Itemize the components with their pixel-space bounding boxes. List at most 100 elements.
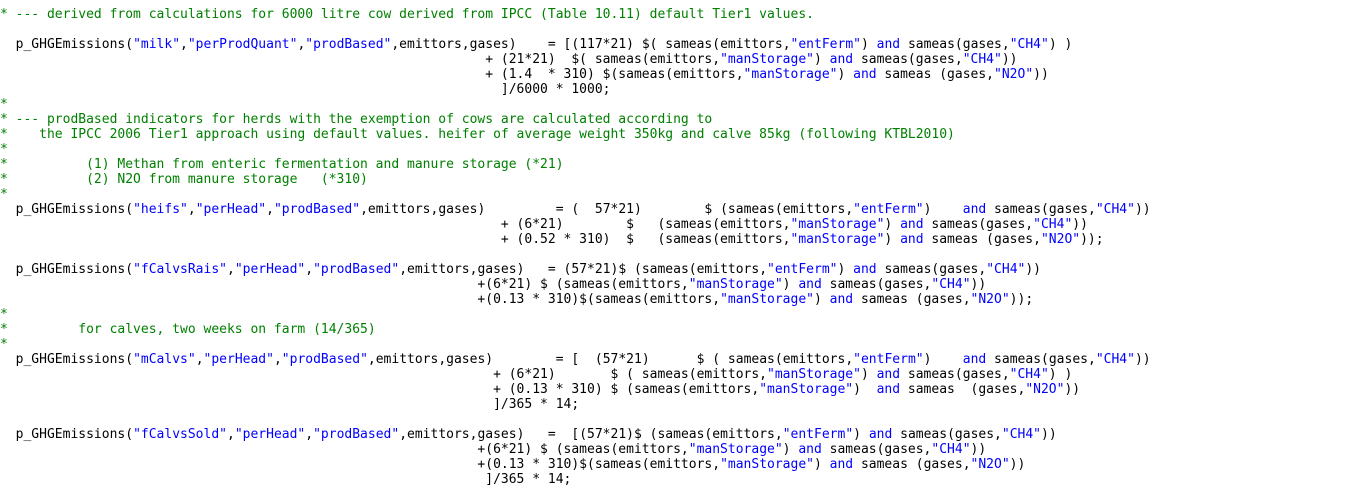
string-literal: "heifs" (133, 202, 188, 217)
code-text: +(0.13 * 310)$(sameas(emittors, (0, 292, 721, 307)
keyword: and (868, 427, 893, 442)
keyword: and (962, 202, 987, 217)
code-text: ) (813, 457, 830, 472)
keyword: and (900, 232, 924, 247)
code-line[interactable]: ]/365 * 14; (0, 472, 571, 487)
string-literal: "entFerm" (853, 202, 924, 217)
code-line[interactable]: p_GHGEmissions("mCalvs","perHead","prodB… (0, 352, 1151, 367)
string-literal: "N2O" (1040, 232, 1081, 247)
string-literal: "N2O" (994, 67, 1034, 82)
code-text: sameas(gases, (821, 442, 932, 457)
code-text: )) (1041, 427, 1057, 442)
keyword: and (876, 367, 901, 382)
code-line[interactable]: + (0.13 * 310) $ (sameas(emittors,"manSt… (0, 382, 1080, 397)
code-line[interactable]: + (21*21) $( sameas(emittors,"manStorage… (0, 52, 1017, 67)
comment-text: * (2) N2O from manure storage (*310) (0, 172, 368, 187)
comment-text: * --- prodBased indicators for herds wit… (0, 112, 713, 127)
code-line[interactable]: * --- prodBased indicators for herds wit… (0, 112, 712, 127)
code-line[interactable]: + (6*21) $ ( sameas(emittors,"manStorage… (0, 367, 1072, 382)
code-text: sameas (gases, (853, 292, 971, 307)
code-line[interactable]: + (6*21) $ (sameas(emittors,"manStorage"… (0, 217, 1088, 232)
string-literal: "prodBased" (281, 352, 368, 367)
code-line[interactable]: * --- derived from calculations for 6000… (0, 7, 814, 22)
string-literal: "manStorage" (720, 52, 814, 67)
code-line[interactable]: ]/365 * 14; (0, 397, 579, 412)
code-text: )); (1009, 292, 1034, 307)
code-text: + (6*21) $ ( sameas(emittors, (0, 367, 768, 382)
code-text: ) (853, 427, 869, 442)
code-text: ) (813, 292, 830, 307)
code-line[interactable]: +(0.13 * 310)$(sameas(emittors,"manStora… (0, 457, 1025, 472)
code-line[interactable]: * (0, 142, 8, 157)
string-literal: "CH4" (1009, 367, 1049, 382)
code-text: )) (1134, 352, 1151, 367)
code-text: ) ) (1048, 37, 1073, 52)
code-line[interactable]: * the IPCC 2006 Tier1 approach using def… (0, 127, 955, 142)
code-text: , (195, 352, 204, 367)
code-text: ) (782, 442, 799, 457)
code-text: ) ) (1048, 367, 1073, 382)
code-text: sameas(gases, (900, 367, 1010, 382)
string-literal: "N2O" (970, 457, 1010, 472)
code-line[interactable]: * for calves, two weeks on farm (14/365) (0, 322, 376, 337)
comment-text: * (0, 142, 8, 157)
code-line[interactable]: p_GHGEmissions("fCalvsSold","perHead","p… (0, 427, 1057, 442)
string-literal: "manStorage" (720, 457, 814, 472)
comment-text: * (1) Methan from enteric fermentation a… (0, 157, 564, 172)
code-text: , (180, 37, 188, 52)
code-text: )) (1134, 202, 1151, 217)
keyword: and (962, 352, 987, 367)
string-literal: "prodBased" (313, 427, 400, 442)
code-line[interactable]: +(0.13 * 310)$(sameas(emittors,"manStora… (0, 292, 1033, 307)
code-line[interactable]: * (0, 187, 8, 202)
code-line[interactable]: p_GHGEmissions("fCalvsRais","perHead","p… (0, 262, 1041, 277)
code-text: )) (1064, 382, 1081, 397)
string-literal: "prodBased" (273, 202, 361, 217)
code-line[interactable]: * (0, 307, 8, 322)
code-text: ]/365 * 14; (0, 472, 572, 487)
code-line[interactable]: * (0, 97, 8, 112)
keyword: and (829, 292, 854, 307)
comment-text: * the IPCC 2006 Tier1 approach using def… (0, 127, 955, 142)
code-line[interactable]: p_GHGEmissions("heifs","perHead","prodBa… (0, 202, 1151, 217)
code-text: sameas(gases, (986, 202, 1096, 217)
string-literal: "entFerm" (853, 352, 924, 367)
code-text: sameas(gases, (876, 262, 987, 277)
code-line[interactable]: + (1.4 * 310) $(sameas(emittors,"manStor… (0, 67, 1049, 82)
code-line[interactable]: * (0, 337, 8, 352)
code-text: , (273, 352, 282, 367)
code-line[interactable]: +(6*21) $ (sameas(emittors,"manStorage")… (0, 442, 986, 457)
keyword: and (798, 277, 822, 292)
code-text: +(6*21) $ (sameas(emittors, (0, 277, 689, 292)
string-literal: "CH4" (1095, 352, 1135, 367)
string-literal: "manStorage" (767, 367, 861, 382)
string-literal: "fCalvsRais" (133, 262, 227, 277)
code-line[interactable]: + (0.52 * 310) $ (sameas(emittors,"manSt… (0, 232, 1104, 247)
code-line[interactable]: p_GHGEmissions("milk","perProdQuant","pr… (0, 37, 1073, 52)
code-text: ) (813, 52, 830, 67)
keyword: and (829, 52, 854, 67)
string-literal: "manStorage" (688, 442, 783, 457)
code-line[interactable]: * (2) N2O from manure storage (*310) (0, 172, 368, 187)
code-line[interactable]: ]/6000 * 1000; (0, 82, 611, 97)
string-literal: "perHead" (195, 202, 267, 217)
code-editor[interactable]: * --- derived from calculations for 6000… (0, 0, 1345, 496)
code-text: )) (970, 277, 987, 292)
string-literal: "fCalvsSold" (133, 427, 227, 442)
code-text: p_GHGEmissions( (0, 262, 134, 277)
code-text: p_GHGEmissions( (0, 202, 134, 217)
code-text: )) (1033, 67, 1049, 82)
code-text: ]/6000 * 1000; (0, 82, 611, 97)
code-text: ) (853, 382, 877, 397)
string-literal: "manStorage" (790, 232, 885, 247)
code-text: ) (884, 232, 901, 247)
code-line[interactable]: * (1) Methan from enteric fermentation a… (0, 157, 564, 172)
code-text: sameas(gases, (892, 427, 1002, 442)
code-text: sameas (gases, (853, 457, 971, 472)
comment-text: * for calves, two weeks on farm (14/365) (0, 322, 376, 337)
code-text: sameas(gases, (900, 37, 1010, 52)
code-line[interactable]: +(6*21) $ (sameas(emittors,"manStorage")… (0, 277, 986, 292)
code-text: sameas(gases, (821, 277, 932, 292)
code-text: sameas(gases, (853, 52, 963, 67)
comment-text: * (0, 307, 8, 322)
